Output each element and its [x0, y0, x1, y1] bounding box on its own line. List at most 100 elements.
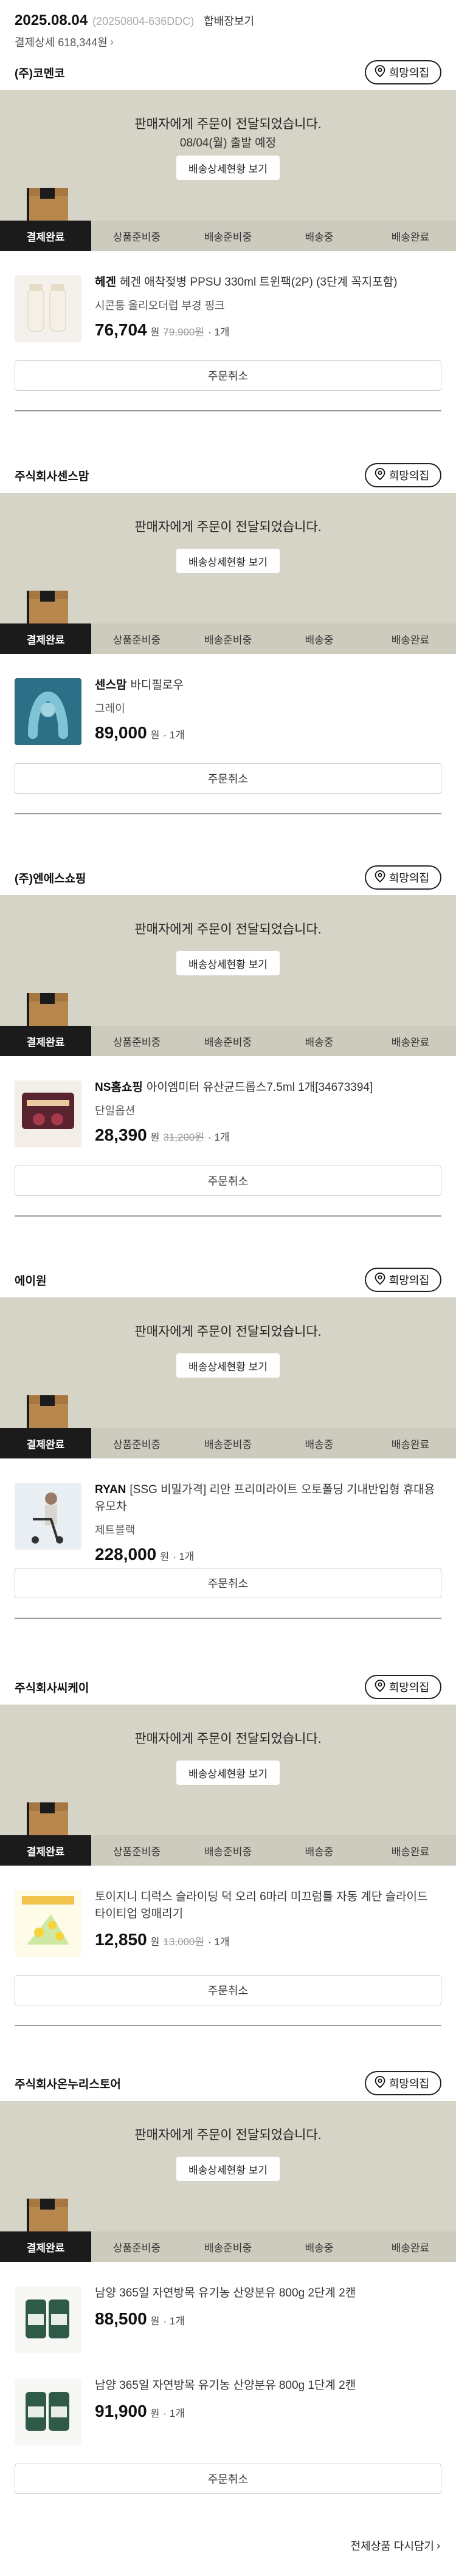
price-row: 28,390 원 31,200원 · 1개 — [95, 1125, 441, 1145]
cancel-order-button[interactable]: 주문취소 — [15, 1166, 441, 1196]
cancel-order-button[interactable]: 주문취소 — [15, 360, 441, 391]
reorder-all-label: 전체상품 다시담기 — [350, 2540, 434, 2552]
progress-step: 배송완료 — [391, 1438, 430, 1451]
cancel-order-button[interactable]: 주문취소 — [15, 763, 441, 794]
progress-step: 배송준비중 — [204, 1036, 252, 1048]
section-divider — [15, 1618, 441, 1619]
section-divider — [15, 2025, 441, 2026]
merge-shipping-link[interactable]: 합배장보기 — [204, 13, 254, 29]
product-price: 228,000 — [95, 1545, 157, 1564]
status-message: 판매자에게 주문이 전달되었습니다. — [134, 520, 322, 534]
progress-steps: 결제완료 상품준비중 배송준비중 배송중 배송완료 — [0, 1026, 456, 1056]
progress-step: 결제완료 — [0, 2231, 91, 2262]
seller-name: 주식회사온누리스토어 — [15, 2078, 121, 2091]
price-unit: 원 — [150, 2317, 160, 2327]
cancel-order-button[interactable]: 주문취소 — [15, 1568, 441, 1598]
reorder-all-button[interactable]: 전체상품 다시담기 › — [351, 2538, 440, 2554]
progress-step: 결제완료 — [0, 221, 91, 251]
wish-home-button[interactable]: 희망의집 — [364, 60, 441, 84]
progress-steps: 결제완료 상품준비중 배송준비중 배송중 배송완료 — [0, 221, 456, 251]
progress-step: 배송준비중 — [204, 1846, 252, 1858]
wish-home-button[interactable]: 희망의집 — [364, 2071, 441, 2095]
product-price: 91,900 — [95, 2402, 147, 2420]
product-name[interactable]: RYAN [SSG 비밀가격] 리안 프리미라이트 오토폴딩 기내반입형 휴대용 … — [95, 1482, 441, 1516]
wish-home-button[interactable]: 희망의집 — [364, 865, 441, 890]
cancel-order-button[interactable]: 주문취소 — [15, 1975, 441, 2005]
order-item[interactable]: 남양 365일 자연방목 유기농 산양분유 800g 2단계 2캔 88,500… — [0, 2262, 456, 2354]
shop-header: 주식회사온누리스토어 희망의집 — [0, 2066, 456, 2101]
ship-notice: 08/04(월) 출발 예정 — [179, 137, 277, 149]
product-image[interactable] — [15, 275, 81, 342]
tracking-detail-button[interactable]: 배송상세현황 보기 — [176, 1353, 280, 1378]
wish-home-label: 희망의집 — [389, 2078, 429, 2090]
order-item[interactable]: 헤겐 헤겐 애착젖병 PPSU 330ml 트윈팩(2P) (3단계 꼭지포함) … — [0, 251, 456, 343]
tracking-detail-button[interactable]: 배송상세현황 보기 — [176, 156, 280, 180]
cancel-order-button[interactable]: 주문취소 — [15, 2464, 441, 2494]
product-name[interactable]: 토이지니 디럭스 슬라이딩 덕 오리 6마리 미끄럼틀 자동 계단 슬라이드 타… — [95, 1889, 441, 1923]
order-item[interactable]: 토이지니 디럭스 슬라이딩 덕 오리 6마리 미끄럼틀 자동 계단 슬라이드 타… — [0, 1866, 456, 1958]
brand-name: 헤겐 — [95, 276, 116, 289]
shop-block: (주)코멘코 희망의집 판매자에게 주문이 전달되었습니다. 08/04(월) 출… — [0, 55, 456, 411]
price-row: 88,500 원 · 1개 — [95, 2309, 441, 2329]
progress-step: 상품준비중 — [112, 231, 161, 243]
package-box-icon — [24, 991, 71, 1026]
progress-step: 배송중 — [305, 1438, 334, 1451]
product-image[interactable] — [15, 1890, 81, 1957]
wish-home-button[interactable]: 희망의집 — [364, 463, 441, 487]
product-name[interactable]: 남양 365일 자연방목 유기농 산양분유 800g 2단계 2캔 — [95, 2285, 441, 2302]
location-pin-icon — [375, 870, 385, 885]
progress-step: 배송준비중 — [204, 1438, 252, 1451]
shop-header: 주식회사씨케이 희망의집 — [0, 1669, 456, 1705]
payment-detail-label: 결제상세 618,344원 — [15, 36, 108, 49]
order-item[interactable]: 센스맘 바디필로우 그레이 89,000 원 · 1개 — [0, 654, 456, 746]
wish-home-button[interactable]: 희망의집 — [364, 1675, 441, 1699]
order-item[interactable]: RYAN [SSG 비밀가격] 리안 프리미라이트 오토폴딩 기내반입형 휴대용 … — [0, 1458, 456, 1564]
product-name[interactable]: 남양 365일 자연방목 유기농 산양분유 800g 1단계 2캔 — [95, 2377, 441, 2394]
progress-step: 배송중 — [305, 2242, 334, 2254]
progress-step: 배송준비중 — [204, 231, 252, 243]
payment-detail-link[interactable]: 결제상세 618,344원 › — [15, 34, 441, 50]
tracking-detail-button[interactable]: 배송상세현황 보기 — [176, 2157, 280, 2181]
quantity: · 1개 — [163, 729, 185, 741]
package-box-icon — [24, 185, 71, 221]
quantity: · 1개 — [172, 1551, 195, 1562]
seller-name: 주식회사씨케이 — [15, 1681, 89, 1695]
product-image[interactable] — [15, 1483, 81, 1550]
seller-name: 주식회사센스맘 — [15, 470, 89, 483]
progress-step: 결제완료 — [0, 1026, 91, 1056]
product-image[interactable] — [15, 1080, 81, 1147]
progress-step: 상품준비중 — [112, 2242, 161, 2254]
progress-step: 배송중 — [305, 634, 334, 646]
original-price: 13,000원 — [163, 1936, 205, 1948]
progress-step: 배송완료 — [391, 1846, 430, 1858]
order-item[interactable]: NS홈쇼핑 아이엠미터 유산균드롭스7.5ml 1개[34673394] 단일옵션… — [0, 1056, 456, 1149]
shop-block: 주식회사센스맘 희망의집 판매자에게 주문이 전달되었습니다. 배송상세현황 보기… — [0, 458, 456, 814]
product-image[interactable] — [15, 2379, 81, 2445]
order-header: 2025.08.04 (20250804-636DDC) 합배장보기 결제상세 … — [0, 0, 456, 55]
package-box-icon — [24, 2196, 71, 2231]
wish-home-label: 희망의집 — [389, 1681, 429, 1694]
order-item[interactable]: 남양 365일 자연방목 유기농 산양분유 800g 1단계 2캔 91,900… — [0, 2354, 456, 2447]
product-option: 그레이 — [95, 702, 125, 715]
product-name[interactable]: 헤겐 헤겐 애착젖병 PPSU 330ml 트윈팩(2P) (3단계 꼭지포함) — [95, 274, 441, 291]
price-row: 91,900 원 · 1개 — [95, 2402, 441, 2421]
wish-home-button[interactable]: 희망의집 — [364, 1268, 441, 1292]
progress-step: 배송중 — [305, 231, 334, 243]
location-pin-icon — [375, 1679, 385, 1695]
price-unit: 원 — [150, 2409, 160, 2419]
tracking-detail-button[interactable]: 배송상세현황 보기 — [176, 951, 280, 975]
progress-steps: 결제완료 상품준비중 배송준비중 배송중 배송완료 — [0, 1428, 456, 1458]
package-box-icon — [24, 588, 71, 623]
tracking-detail-button[interactable]: 배송상세현황 보기 — [176, 1760, 280, 1785]
product-name[interactable]: NS홈쇼핑 아이엠미터 유산균드롭스7.5ml 1개[34673394] — [95, 1079, 441, 1096]
price-unit: 원 — [160, 1552, 169, 1562]
section-divider — [15, 1215, 441, 1217]
product-name[interactable]: 센스맘 바디필로우 — [95, 677, 441, 694]
progress-step: 배송완료 — [391, 231, 430, 243]
tracking-detail-button[interactable]: 배송상세현황 보기 — [176, 549, 280, 573]
product-image[interactable] — [15, 2286, 81, 2353]
shop-header: 주식회사센스맘 희망의집 — [0, 458, 456, 493]
shop-block: 주식회사씨케이 희망의집 판매자에게 주문이 전달되었습니다. 배송상세현황 보기… — [0, 1669, 456, 2026]
status-message: 판매자에게 주문이 전달되었습니다. — [134, 1732, 322, 1746]
product-image[interactable] — [15, 678, 81, 745]
